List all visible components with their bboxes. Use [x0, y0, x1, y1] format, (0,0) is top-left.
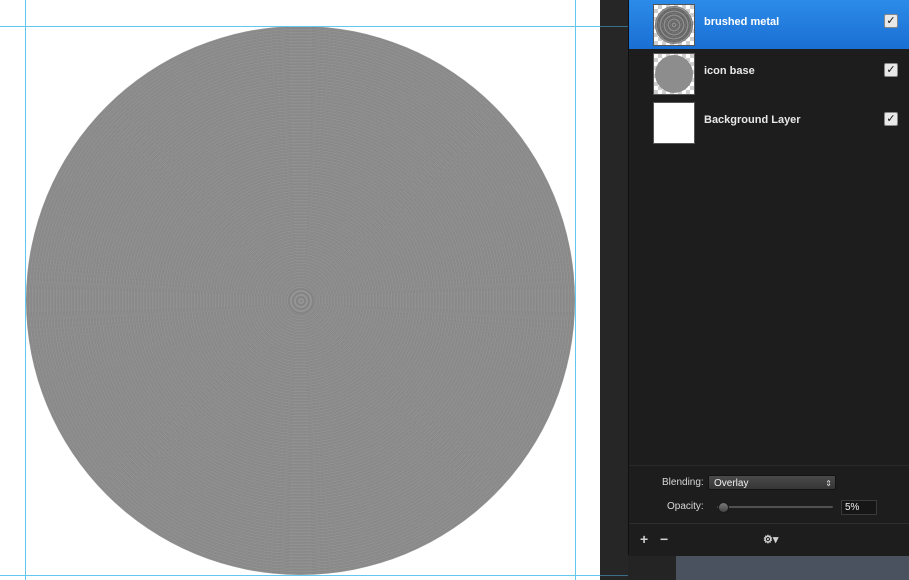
guide-extension-top [600, 26, 628, 27]
image-canvas[interactable] [0, 0, 600, 580]
remove-layer-button[interactable]: − [660, 532, 668, 546]
desktop-background [676, 555, 909, 580]
layer-row-background[interactable]: Background Layer ✓ [629, 98, 909, 147]
layer-name: icon base [704, 65, 755, 77]
gray-circle-thumb [655, 55, 693, 93]
brushed-circle-thumb [655, 6, 693, 44]
layers-footer: + − ⚙▾ [629, 523, 909, 556]
blending-mode-value: Overlay [714, 478, 749, 489]
visibility-checkbox[interactable]: ✓ [884, 112, 898, 126]
layer-name: Background Layer [704, 114, 801, 126]
opacity-input[interactable]: 5% [841, 500, 877, 515]
layer-thumbnail [653, 4, 695, 46]
guide-line-right[interactable] [575, 0, 576, 580]
guide-line-top[interactable] [0, 26, 600, 27]
layer-thumbnail [653, 53, 695, 95]
opacity-label: Opacity: [667, 501, 704, 512]
opacity-slider-track[interactable] [717, 506, 833, 508]
layer-thumbnail [653, 102, 695, 144]
guide-line-left[interactable] [25, 0, 26, 580]
visibility-checkbox[interactable]: ✓ [884, 14, 898, 28]
guide-extension-bottom [600, 575, 628, 576]
layer-name: brushed metal [704, 16, 780, 28]
visibility-checkbox[interactable]: ✓ [884, 63, 898, 77]
blending-label: Blending: [662, 477, 704, 488]
layers-panel: brushed metal ✓ icon base ✓ Background L… [628, 0, 909, 556]
brushed-metal-circle[interactable] [26, 26, 575, 575]
circle-center [287, 287, 314, 314]
layer-row-brushed-metal[interactable]: brushed metal ✓ [629, 0, 909, 49]
select-arrows-icon: ⇕ [825, 479, 832, 488]
opacity-slider-knob[interactable] [717, 502, 729, 513]
add-layer-button[interactable]: + [640, 532, 648, 546]
gear-icon[interactable]: ⚙▾ [763, 533, 778, 547]
guide-line-bottom[interactable] [0, 575, 600, 576]
canvas-gutter [600, 0, 628, 580]
layer-row-icon-base[interactable]: icon base ✓ [629, 49, 909, 98]
blending-mode-select[interactable]: Overlay ⇕ [708, 475, 836, 490]
layer-properties: Blending: Overlay ⇕ Opacity: 5% [629, 465, 909, 524]
